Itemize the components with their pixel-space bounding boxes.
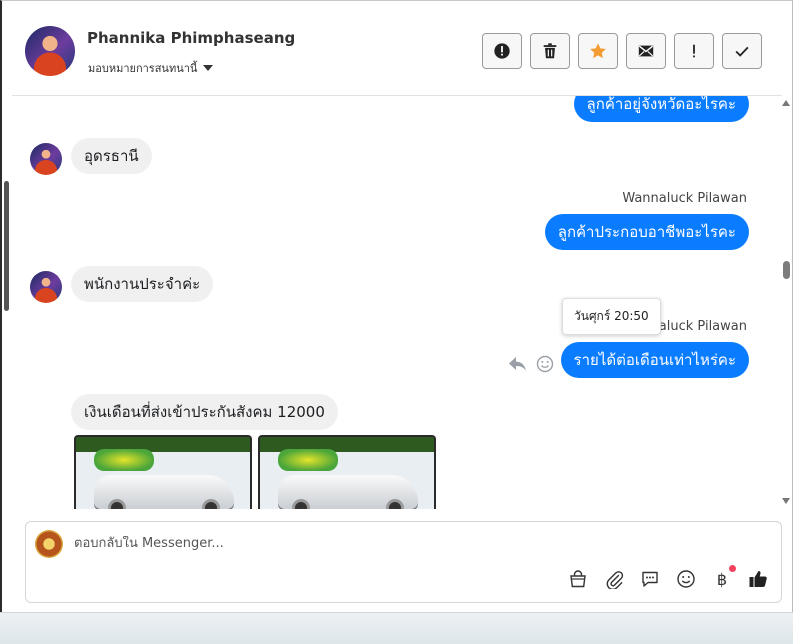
message-thread[interactable]: ลูกค้าอยู่จังหวัดอะไรคะ อุดรธานี Wannalu… [12, 96, 782, 509]
reply-composer: ฿ [25, 521, 782, 603]
bottom-strip [0, 612, 793, 644]
outgoing-message[interactable]: ลูกค้าอยู่จังหวัดอะไรคะ [573, 96, 749, 122]
contact-avatar-small[interactable] [30, 143, 62, 175]
page-avatar [35, 530, 63, 558]
star-icon [590, 43, 606, 59]
contact-avatar[interactable] [25, 26, 75, 76]
scroll-thumb[interactable] [783, 261, 790, 279]
shopping-bag-icon [570, 570, 586, 588]
message-hover-actions [508, 355, 554, 373]
follow-up-button[interactable] [674, 33, 714, 69]
saved-replies-button[interactable] [639, 568, 661, 590]
contact-name[interactable]: Phannika Phimphaseang [87, 29, 295, 47]
conversation-header: Phannika Phimphaseang มอบหมายการสนทนานี้ [12, 1, 782, 96]
sender-name: Wannaluck Pilawan [622, 191, 747, 206]
incoming-message[interactable]: พนักงานประจำค่ะ [71, 266, 214, 302]
reply-input[interactable] [74, 536, 724, 551]
outgoing-message[interactable]: ลูกค้าประกอบอาชีพอะไรคะ [544, 214, 749, 250]
like-button[interactable] [747, 568, 769, 590]
alert-circle-icon [494, 43, 510, 59]
paperclip-icon [606, 571, 624, 589]
delete-button[interactable] [530, 33, 570, 69]
envelope-icon [638, 45, 654, 57]
thumbs-up-icon [749, 571, 767, 587]
contact-avatar-small[interactable] [30, 271, 62, 303]
reply-icon[interactable] [508, 355, 528, 373]
trash-icon [543, 43, 557, 59]
chat-bubble-icon [642, 571, 658, 587]
car-photo-toyota-altis[interactable] [258, 435, 436, 509]
smiley-icon [677, 570, 695, 588]
messenger-window: Phannika Phimphaseang มอบหมายการสนทนานี้ [0, 0, 793, 612]
done-button[interactable] [722, 33, 762, 69]
report-button[interactable] [482, 33, 522, 69]
payment-button[interactable]: ฿ [711, 565, 736, 590]
baht-icon: ฿ [716, 569, 728, 589]
notification-dot [729, 565, 736, 572]
outgoing-message[interactable]: รายได้ต่อเดือนเท่าไหร่คะ [560, 342, 749, 378]
timestamp-tooltip: วันศุกร์ 20:50 [562, 298, 661, 335]
attach-button[interactable] [603, 568, 625, 590]
assign-label: มอบหมายการสนทนานี้ [88, 62, 198, 75]
assign-conversation-dropdown[interactable]: มอบหมายการสนทนานี้ [88, 59, 214, 77]
left-edge-handle [4, 181, 9, 311]
mark-unread-button[interactable] [626, 33, 666, 69]
scroll-up-arrow-icon[interactable] [782, 100, 790, 106]
incoming-message[interactable]: อุดรธานี [71, 138, 152, 174]
caret-down-icon [203, 65, 214, 71]
react-emoji-icon[interactable] [536, 355, 554, 373]
scroll-down-arrow-icon[interactable] [782, 498, 790, 504]
car-photo-honda-civic[interactable] [74, 435, 252, 509]
header-actions [482, 33, 762, 69]
emoji-button[interactable] [675, 568, 697, 590]
thread-scrollbar[interactable] [781, 96, 791, 509]
incoming-message[interactable]: เงินเดือนที่ส่งเข้าประกันสังคม 12000 [71, 394, 338, 430]
checkmark-icon [735, 46, 749, 57]
shop-bag-button[interactable] [567, 568, 589, 590]
star-button[interactable] [578, 33, 618, 69]
exclamation-icon [693, 44, 695, 58]
composer-tools: ฿ [567, 565, 769, 590]
